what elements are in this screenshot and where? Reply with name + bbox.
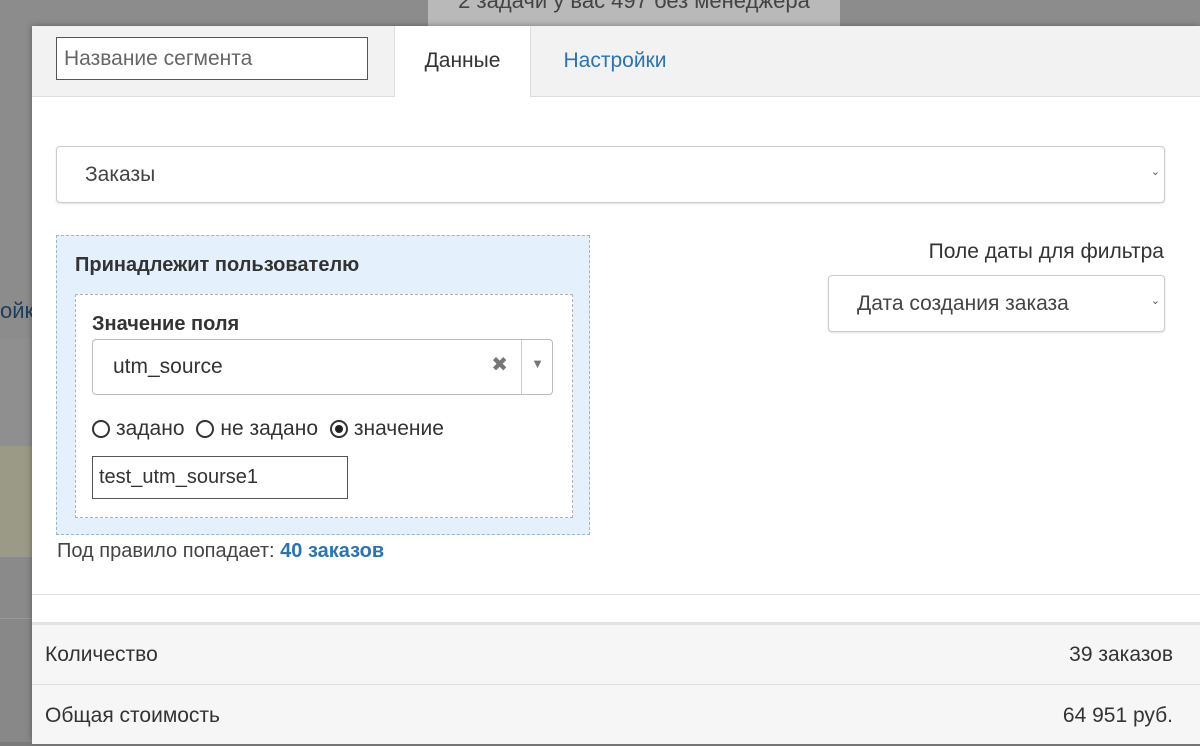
background-band	[0, 556, 32, 619]
summary-label: Общая стоимость	[45, 704, 220, 727]
radio-label: задано	[116, 417, 185, 440]
table-row: Общая стоимость 64 951 руб.	[32, 686, 1200, 746]
match-orders-link[interactable]: 40 заказов	[280, 540, 384, 562]
match-prefix: Под правило попадает:	[57, 540, 275, 562]
radio-set[interactable]: задано	[92, 417, 185, 441]
background-band	[0, 338, 32, 446]
radio-not-set[interactable]: не задано	[196, 417, 318, 441]
field-select[interactable]: utm_source ✖ ▼	[92, 339, 553, 395]
background-notice: 2 задачи у вас 497 без менеджера	[428, 0, 840, 26]
chevron-down-icon: ⌄	[1150, 295, 1160, 307]
entity-select[interactable]: Заказы ⌄	[56, 146, 1165, 203]
rule-title: Принадлежит пользователю	[75, 254, 360, 276]
field-label: Значение поля	[92, 313, 240, 335]
background-band	[0, 618, 32, 742]
radio-label: значение	[353, 417, 444, 440]
summary-value: 39 заказов	[1069, 643, 1173, 666]
radio-circle-icon	[92, 420, 110, 438]
modal-header: Данные Настройки	[32, 26, 1200, 97]
field-select-value: utm_source	[113, 355, 223, 378]
background-left-text: ойк	[0, 298, 35, 323]
rule-group: Принадлежит пользователю Значение поля u…	[56, 235, 590, 535]
select-divider	[521, 340, 522, 394]
radio-checked-icon	[329, 420, 348, 438]
tab-data[interactable]: Данные	[394, 26, 531, 97]
date-filter-select[interactable]: Дата создания заказа ⌄	[828, 275, 1165, 332]
radio-value[interactable]: значение	[329, 417, 444, 441]
entity-select-value: Заказы	[85, 163, 156, 186]
match-count: Под правило попадает: 40 заказов	[57, 540, 384, 563]
summary-table: Количество 39 заказов Общая стоимость 64…	[32, 622, 1200, 744]
date-filter-value: Дата создания заказа	[857, 292, 1069, 315]
radio-label: не задано	[220, 417, 319, 440]
radio-circle-icon	[196, 420, 215, 438]
summary-value: 64 951 руб.	[1062, 704, 1173, 727]
summary-label: Количество	[45, 643, 158, 666]
dropdown-arrow-icon[interactable]: ▼	[531, 356, 544, 371]
segment-modal: Данные Настройки Заказы ⌄ Принадлежит по…	[32, 26, 1200, 744]
clear-icon[interactable]: ✖	[491, 352, 508, 377]
segment-name-input[interactable]	[56, 37, 368, 80]
chevron-down-icon: ⌄	[1150, 166, 1160, 178]
table-row: Количество 39 заказов	[32, 625, 1200, 685]
condition-value-input[interactable]	[92, 456, 348, 499]
condition-box: Значение поля utm_source ✖ ▼ задано не з…	[75, 294, 573, 518]
background-band	[0, 446, 32, 556]
tab-settings[interactable]: Настройки	[540, 26, 690, 96]
condition-radio-group: задано не задано значение	[92, 417, 450, 444]
date-filter-label: Поле даты для фильтра	[928, 240, 1164, 263]
divider	[32, 594, 1200, 595]
